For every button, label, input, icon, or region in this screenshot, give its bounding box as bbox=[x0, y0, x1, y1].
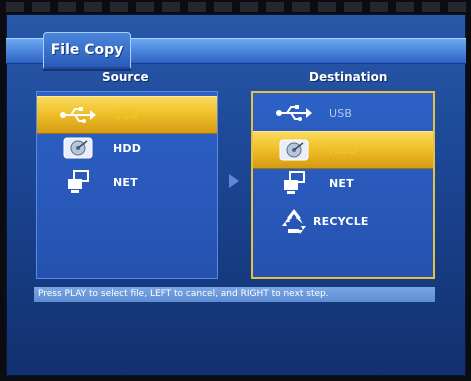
status-bar: Press PLAY to select file, LEFT to cance… bbox=[34, 287, 435, 302]
usb-icon bbox=[275, 99, 313, 127]
destination-item-net[interactable]: NET bbox=[253, 165, 433, 201]
destination-item-label: USB bbox=[329, 106, 353, 120]
hdd-icon bbox=[59, 134, 97, 162]
network-icon bbox=[59, 168, 97, 196]
recycle-icon bbox=[275, 207, 313, 235]
source-item-label: USB bbox=[113, 108, 139, 122]
usb-icon bbox=[59, 101, 97, 129]
top-decoration bbox=[6, 2, 466, 12]
source-item-label: NET bbox=[113, 175, 138, 189]
destination-item-usb[interactable]: USB bbox=[253, 95, 433, 131]
hdd-icon bbox=[275, 136, 313, 164]
destination-item-label: NET bbox=[329, 176, 354, 190]
source-column-header: Source bbox=[102, 70, 149, 84]
destination-item-hdd[interactable]: HDD bbox=[253, 131, 433, 169]
network-icon bbox=[275, 169, 313, 197]
copy-direction-arrow-icon bbox=[229, 174, 239, 188]
destination-item-label: HDD bbox=[329, 143, 358, 157]
source-item-net[interactable]: NET bbox=[37, 164, 217, 200]
destination-panel: USB HDD NET RECYCLE bbox=[251, 91, 435, 279]
source-panel: USB HDD NET bbox=[36, 91, 218, 279]
source-item-label: HDD bbox=[113, 141, 142, 155]
source-item-usb[interactable]: USB bbox=[37, 96, 217, 134]
destination-item-label: RECYCLE bbox=[313, 214, 369, 228]
destination-item-recycle[interactable]: RECYCLE bbox=[253, 203, 433, 239]
source-item-hdd[interactable]: HDD bbox=[37, 130, 217, 166]
destination-column-header: Destination bbox=[309, 70, 388, 84]
window-title-tab: File Copy bbox=[43, 32, 131, 69]
